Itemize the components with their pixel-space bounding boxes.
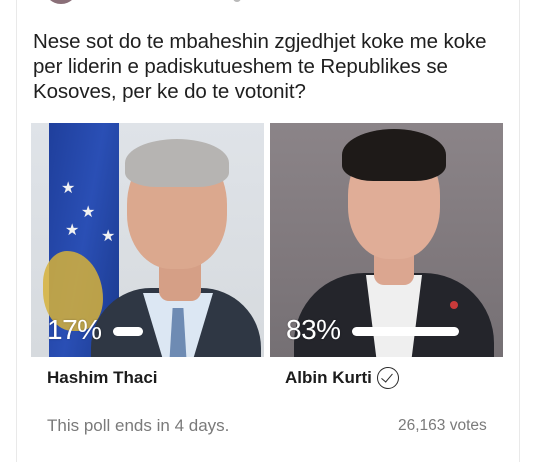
option-result-bar [113,327,143,336]
hair-shape [342,129,446,181]
hair-shape [125,139,229,187]
vote-count: 26,163 votes [398,417,487,434]
poll-status: This poll ends in 4 days. [47,416,230,435]
flag-star-icon: ★ [81,204,96,221]
card-border-left [16,0,17,462]
poll-option-albin-kurti[interactable]: 83% [270,123,503,357]
header-separator-icon [233,0,241,2]
flag-star-icon: ★ [61,180,76,197]
author-avatar[interactable] [44,0,78,4]
flag-star-icon: ★ [101,228,116,245]
option-name: Hashim Thaci [47,368,158,387]
option-percent: 83% [286,314,341,345]
lapel-pin [450,301,458,309]
poll-question: Nese sot do te mbaheshin zgjedhjet koke … [33,30,487,103]
option-name: Albin Kurti [285,368,372,387]
option-result-bar [352,327,459,336]
option-percent: 17% [47,314,102,345]
check-circle-icon [377,367,399,389]
poll-option-hashim-thaci[interactable]: ★ ★ ★ ★ 17% [31,123,264,357]
flag-star-icon: ★ [65,222,80,239]
card-border-right [519,0,520,462]
